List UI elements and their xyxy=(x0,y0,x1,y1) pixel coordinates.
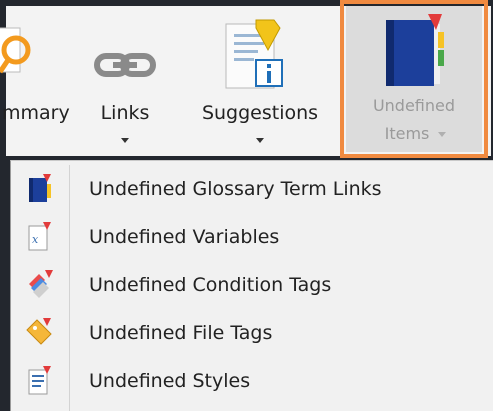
styles-icon xyxy=(19,361,59,401)
menu-item-variables[interactable]: x Undefined Variables xyxy=(11,213,493,261)
menu-item-styles[interactable]: Undefined Styles xyxy=(11,357,493,405)
suggestions-icon xyxy=(225,19,283,89)
highlight-frame xyxy=(340,0,488,158)
menu-item-label: Undefined Glossary Term Links xyxy=(89,178,382,200)
menu-item-condition-tags[interactable]: Undefined Condition Tags xyxy=(11,261,493,309)
menu-item-label: Undefined Styles xyxy=(89,370,251,392)
menu-item-label: Undefined File Tags xyxy=(89,322,273,344)
summary-button[interactable]: mmary xyxy=(0,6,74,156)
file-tag-icon xyxy=(19,313,59,353)
menu-item-file-tags[interactable]: Undefined File Tags xyxy=(11,309,493,357)
glossary-book-icon xyxy=(19,169,59,209)
chain-link-icon xyxy=(94,53,156,77)
menu-item-glossary-term-links[interactable]: Undefined Glossary Term Links xyxy=(11,165,493,213)
summary-label: mmary xyxy=(2,102,70,124)
condition-tags-icon xyxy=(19,265,59,305)
suggestions-dropdown-caret[interactable] xyxy=(256,138,264,143)
svg-text:x: x xyxy=(32,233,39,246)
links-dropdown-caret[interactable] xyxy=(121,138,129,143)
suggestions-label: Suggestions xyxy=(201,102,319,124)
menu-item-label: Undefined Condition Tags xyxy=(89,274,332,296)
links-button[interactable]: Links xyxy=(86,6,164,156)
undefined-items-menu: Undefined Glossary Term Links x Undefine… xyxy=(10,160,493,411)
variable-icon: x xyxy=(19,217,59,257)
summary-icon xyxy=(0,27,31,74)
links-label: Links xyxy=(100,102,150,124)
menu-item-label: Undefined Variables xyxy=(89,226,280,248)
suggestions-button[interactable]: Suggestions xyxy=(182,6,338,156)
